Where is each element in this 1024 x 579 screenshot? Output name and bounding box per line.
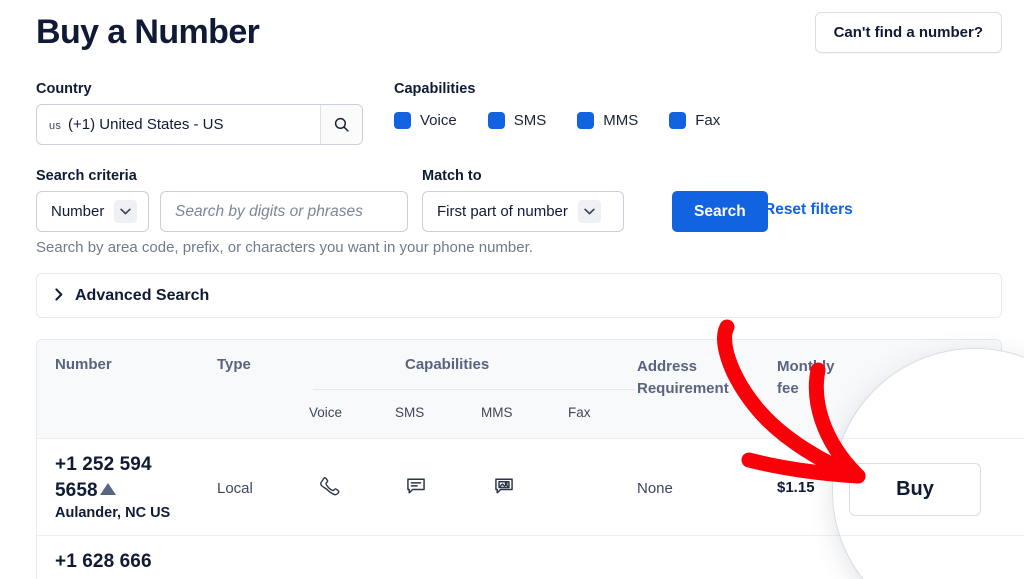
checkbox-icon (669, 112, 686, 129)
capabilities-filter-group: Voice SMS MMS Fax (394, 112, 751, 129)
search-criteria-select[interactable]: Number (36, 191, 149, 232)
results-table: Number Type Capabilities Voice SMS MMS F… (36, 339, 1002, 579)
header-capabilities: Capabilities (405, 356, 489, 373)
country-input[interactable]: us (+1) United States - US (37, 105, 320, 144)
search-icon (333, 116, 350, 133)
country-search-button[interactable] (320, 105, 362, 144)
buy-button-label: Buy (897, 478, 935, 501)
row-number-line1: +1 628 666 (55, 551, 152, 572)
row-capability-voice (318, 475, 340, 502)
capability-checkbox-fax[interactable]: Fax (669, 112, 720, 129)
subheader-sms: SMS (395, 405, 424, 420)
sort-triangle-icon (100, 483, 116, 495)
search-button-label: Search (694, 203, 746, 221)
row-number[interactable]: +1 628 666 (55, 549, 205, 575)
capability-checkbox-voice[interactable]: Voice (394, 112, 457, 129)
search-hint-text: Search by area code, prefix, or characte… (36, 239, 533, 256)
checkbox-icon (488, 112, 505, 129)
capabilities-filter-label: Capabilities (394, 81, 475, 97)
row-number[interactable]: +1 252 594 5658 (55, 452, 205, 504)
advanced-search-toggle[interactable]: Advanced Search (36, 273, 1002, 318)
checkbox-icon (577, 112, 594, 129)
header-monthly-fee: Monthly fee (777, 356, 847, 400)
match-to-select[interactable]: First part of number (422, 191, 624, 232)
capability-checkbox-mms[interactable]: MMS (577, 112, 638, 129)
country-flag-code: us (49, 107, 61, 145)
mms-image-bubble-icon (493, 475, 515, 497)
chevron-down-icon (578, 200, 601, 223)
checkbox-icon (394, 112, 411, 129)
cant-find-a-number-button[interactable]: Can't find a number? (815, 12, 1002, 53)
header-address-requirement: Address Requirement (637, 356, 742, 400)
row-address-requirement: None (637, 480, 673, 497)
advanced-search-label: Advanced Search (75, 287, 209, 305)
search-criteria-label: Search criteria (36, 168, 137, 184)
row-monthly-fee: $1.15 (777, 479, 815, 496)
search-criteria-value: Number (51, 203, 104, 220)
reset-filters-link[interactable]: Reset filters (764, 201, 853, 219)
phone-icon (318, 475, 340, 497)
buy-a-number-page: Buy a Number Can't find a number? Countr… (0, 0, 1024, 579)
chevron-right-icon (55, 288, 63, 304)
capability-checkbox-sms[interactable]: SMS (488, 112, 547, 129)
buy-button[interactable]: Buy (850, 463, 982, 516)
country-label: Country (36, 81, 92, 97)
row-type: Local (217, 480, 253, 497)
header-number[interactable]: Number (55, 356, 112, 373)
capabilities-header-divider (313, 389, 635, 390)
capability-label-mms: MMS (603, 112, 638, 129)
country-field[interactable]: us (+1) United States - US (36, 104, 363, 145)
search-digits-input[interactable]: Search by digits or phrases (160, 191, 408, 232)
capability-label-sms: SMS (514, 112, 547, 129)
row-number-line2: 5658 (55, 480, 98, 501)
row-location: Aulander, NC US (55, 505, 170, 521)
row-capability-mms (493, 475, 515, 502)
reset-filters-label: Reset filters (764, 201, 853, 218)
page-title: Buy a Number (36, 8, 259, 56)
header-type[interactable]: Type (217, 356, 251, 373)
search-digits-placeholder: Search by digits or phrases (175, 203, 363, 221)
match-to-value: First part of number (437, 203, 568, 220)
subheader-fax: Fax (568, 405, 591, 420)
sms-bubble-icon (405, 475, 427, 497)
table-row: +1 628 666 (37, 535, 1001, 579)
subheader-voice: Voice (309, 405, 342, 420)
table-row: +1 252 594 5658 Aulander, NC US Local (37, 438, 1001, 535)
row-capability-sms (405, 475, 427, 502)
capability-label-voice: Voice (420, 112, 457, 129)
chevron-down-icon (114, 200, 137, 223)
country-value-text: (+1) United States - US (68, 105, 223, 144)
subheader-mms: MMS (481, 405, 513, 420)
row-number-line1: +1 252 594 (55, 454, 152, 475)
search-button[interactable]: Search (672, 191, 768, 232)
match-to-label: Match to (422, 168, 482, 184)
table-header: Number Type Capabilities Voice SMS MMS F… (37, 340, 1001, 438)
cant-find-a-number-label: Can't find a number? (834, 24, 983, 41)
capability-label-fax: Fax (695, 112, 720, 129)
